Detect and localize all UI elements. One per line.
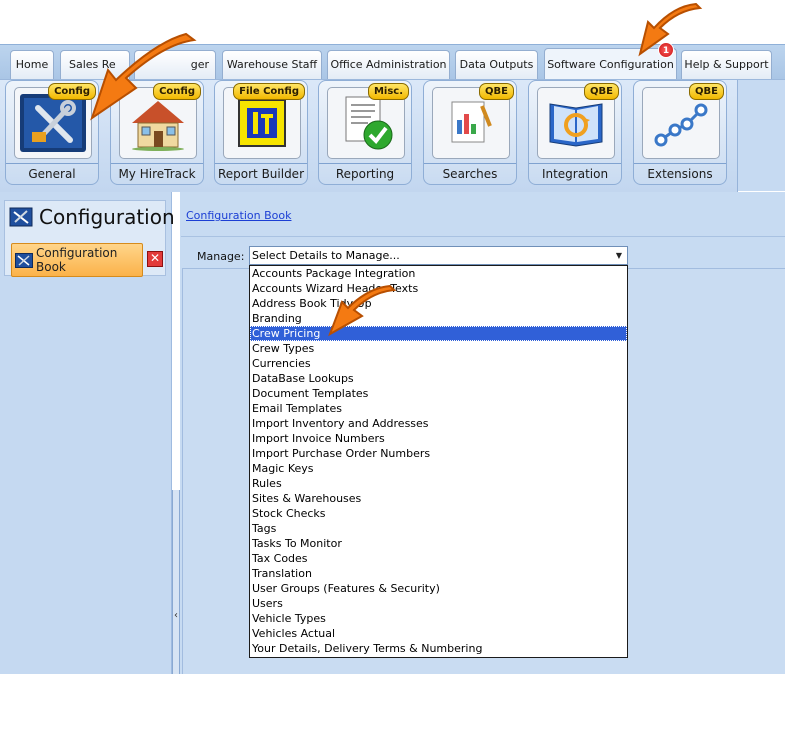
dropdown-option[interactable]: Tasks To Monitor	[250, 536, 627, 551]
dropdown-option[interactable]: Magic Keys	[250, 461, 627, 476]
dropdown-option[interactable]: Accounts Package Integration	[250, 266, 627, 281]
dropdown-option[interactable]: Crew Types	[250, 341, 627, 356]
dropdown-option[interactable]: Branding	[250, 311, 627, 326]
ribbon-button-searches[interactable]: QBE Searches	[423, 80, 517, 185]
ribbon-label: Reporting	[319, 163, 411, 183]
tab-software-configuration-label: Software Configuration	[547, 58, 674, 71]
ribbon-label: General	[6, 163, 98, 183]
ribbon-button-extensions[interactable]: QBE Extensions	[633, 80, 727, 185]
dropdown-option[interactable]: Rules	[250, 476, 627, 491]
ribbon-label: Extensions	[634, 163, 726, 183]
notification-badge: 1	[658, 42, 674, 58]
tab-help-support[interactable]: Help & Support	[681, 50, 772, 79]
tab-office-administration-label: Office Administration	[330, 58, 447, 71]
dropdown-option[interactable]: Document Templates	[250, 386, 627, 401]
dropdown-option[interactable]: Tax Codes	[250, 551, 627, 566]
qbe-tag: QBE	[689, 83, 724, 100]
dropdown-option[interactable]: Users	[250, 596, 627, 611]
ribbon-button-reporting[interactable]: Misc. Reporting	[318, 80, 412, 185]
dropdown-option[interactable]: Import Inventory and Addresses	[250, 416, 627, 431]
ribbon-button-my-hiretrack[interactable]: Config My HireTrack	[110, 80, 204, 185]
ribbon: Config General Config My HireTrack File …	[0, 79, 785, 192]
tab-home[interactable]: Home	[10, 50, 54, 79]
dropdown-option[interactable]: Vehicle Types	[250, 611, 627, 626]
tab-data-outputs[interactable]: Data Outputs	[455, 50, 538, 79]
dropdown-option[interactable]: User Groups (Features & Security)	[250, 581, 627, 596]
dropdown-option[interactable]: Stock Checks	[250, 506, 627, 521]
tab-help-support-label: Help & Support	[684, 58, 769, 71]
tab-sales[interactable]: Sales Re	[60, 50, 130, 79]
panel-splitter[interactable]: ‹	[172, 490, 180, 674]
ribbon-label: My HireTrack	[111, 163, 203, 183]
sidebar-item-configuration-book[interactable]: Configuration Book	[11, 243, 143, 277]
manage-dropdown-list: Accounts Package Integration Accounts Wi…	[249, 265, 628, 658]
dropdown-option[interactable]: Translation	[250, 566, 627, 581]
tab-warehouse-staff-label: Warehouse Staff	[226, 58, 318, 71]
file-config-tag: File Config	[233, 83, 305, 100]
dropdown-option[interactable]: Currencies	[250, 356, 627, 371]
manage-label: Manage:	[197, 250, 245, 263]
misc-tag: Misc.	[367, 83, 409, 100]
sidebar-header: Configuration Configuration Book ✕	[4, 200, 175, 277]
tab-sales-label: Sales Re	[69, 58, 116, 71]
sidebar: Configuration Configuration Book ✕	[0, 192, 175, 674]
tab-home-label: Home	[15, 58, 49, 71]
ribbon-group: Config General Config My HireTrack File …	[0, 80, 738, 192]
dropdown-option-selected[interactable]: Crew Pricing	[250, 326, 627, 341]
sidebar-item-label-line2: Book	[36, 260, 66, 274]
manage-select[interactable]: Select Details to Manage... ▼	[249, 246, 628, 265]
ribbon-button-report-builder[interactable]: File Config Report Builder	[214, 80, 308, 185]
sidebar-item-label-line1: Configuration	[36, 246, 118, 260]
dropdown-option[interactable]: Import Purchase Order Numbers	[250, 446, 627, 461]
ribbon-label: Report Builder	[215, 163, 307, 183]
tab-office-administration[interactable]: Office Administration	[327, 50, 450, 79]
configuration-icon	[9, 207, 33, 230]
config-tag: Config	[153, 83, 201, 100]
tab-warehouse-staff[interactable]: Warehouse Staff	[222, 50, 322, 79]
ribbon-button-integration[interactable]: QBE Integration	[528, 80, 622, 185]
dropdown-option[interactable]: Accounts Wizard Header Texts	[250, 281, 627, 296]
sidebar-title: Configuration	[39, 205, 175, 229]
dropdown-option[interactable]: Vehicles Actual	[250, 626, 627, 641]
sidebar-item-label: Configuration Book	[36, 246, 117, 274]
tab-software-configuration[interactable]: Software Configuration	[544, 48, 677, 79]
dropdown-option[interactable]: Import Invoice Numbers	[250, 431, 627, 446]
tab-manager-label: ger	[190, 58, 209, 71]
dropdown-option[interactable]: Sites & Warehouses	[250, 491, 627, 506]
dropdown-option[interactable]: Your Details, Delivery Terms & Numbering	[250, 641, 627, 656]
tab-manager[interactable]: ger	[134, 50, 216, 79]
config-tag: Config	[48, 83, 96, 100]
dropdown-option[interactable]: Address Book Tidy Up	[250, 296, 627, 311]
dropdown-option[interactable]: Email Templates	[250, 401, 627, 416]
tab-data-outputs-label: Data Outputs	[459, 58, 534, 71]
breadcrumb-configuration-book[interactable]: Configuration Book	[186, 209, 291, 222]
ribbon-label: Integration	[529, 163, 621, 183]
dropdown-option[interactable]: Tags	[250, 521, 627, 536]
chevron-down-icon[interactable]: ▼	[611, 247, 627, 264]
qbe-tag: QBE	[584, 83, 619, 100]
qbe-tag: QBE	[479, 83, 514, 100]
dropdown-option[interactable]: DataBase Lookups	[250, 371, 627, 386]
configuration-book-icon	[15, 253, 33, 271]
ribbon-button-general[interactable]: Config General	[5, 80, 99, 185]
manage-select-value: Select Details to Manage...	[252, 249, 400, 262]
ribbon-label: Searches	[424, 163, 516, 183]
close-icon[interactable]: ✕	[147, 251, 163, 267]
